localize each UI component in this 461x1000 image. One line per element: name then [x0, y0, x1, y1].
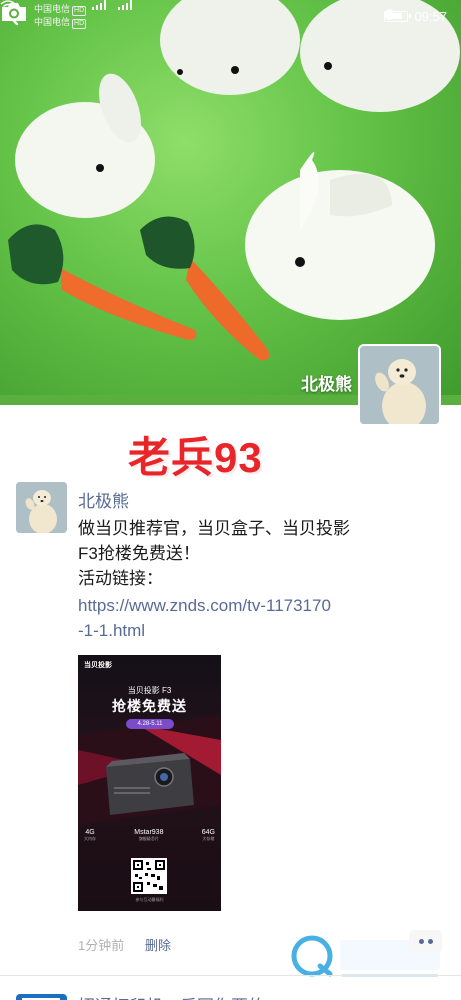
- image-headline: 抢楼免费送: [112, 698, 187, 714]
- camera-icon[interactable]: [0, 0, 28, 24]
- image-title: 当贝投影 F3: [127, 686, 172, 695]
- post-time: 1分钟前: [78, 938, 125, 953]
- more-dot: [427, 938, 433, 944]
- post-text-line: F3抢楼免费送！: [78, 544, 200, 563]
- post-link-line[interactable]: -1-1.html: [78, 618, 438, 643]
- owner-avatar[interactable]: [358, 344, 441, 426]
- status-bar: 中国电信 HD 中国电信 HD 09:57: [0, 0, 461, 32]
- post-avatar[interactable]: [16, 482, 67, 533]
- owner-name[interactable]: 北极熊: [282, 370, 352, 395]
- image-date: 4.28-5.11: [126, 719, 174, 729]
- post-divider: [0, 975, 461, 976]
- spec-value: 4G: [85, 829, 95, 836]
- post-text-line: 活动链接：: [78, 569, 163, 588]
- post-link-line[interactable]: https://www.znds.com/tv-1173170: [78, 593, 438, 618]
- spec-desc: 大存储: [202, 836, 215, 841]
- status-time: 09:57: [414, 8, 447, 24]
- spec-desc: 旗舰级芯片: [138, 836, 159, 841]
- image-spec: Mstar938 旗舰级芯片: [134, 829, 163, 842]
- hd-badge-1: HD: [72, 6, 87, 16]
- qr-code-icon: [131, 858, 167, 894]
- post-image[interactable]: 当贝投影 当贝投影 F3 抢楼免费送 4.28-5.11 4G 大内存 Msta…: [78, 655, 221, 911]
- signal-icon-2: [118, 0, 132, 10]
- carrier-2-label: 中国电信: [34, 17, 71, 27]
- spec-desc: 大内存: [84, 836, 96, 841]
- next-post-author[interactable]: 招通打印机、乐园你要的...: [78, 992, 279, 1000]
- status-right: 09:57: [384, 8, 447, 24]
- carrier-1: 中国电信 HD: [34, 4, 87, 16]
- carrier-1-label: 中国电信: [34, 4, 71, 14]
- image-specs: 4G 大内存 Mstar938 旗舰级芯片 64G 大存储: [84, 829, 215, 842]
- spec-value: Mstar938: [134, 829, 164, 836]
- more-dots-icon[interactable]: [409, 930, 442, 952]
- spec-value: 64G: [201, 829, 215, 836]
- post-text-line: 做当贝推荐官，当贝盒子、当贝投影: [78, 519, 350, 538]
- image-spec: 4G 大内存: [84, 829, 96, 842]
- carrier-2: 中国电信 HD: [34, 17, 87, 29]
- signal-icon: [92, 0, 106, 10]
- post-text: 做当贝推荐官，当贝盒子、当贝投影 F3抢楼免费送！ 活动链接：: [78, 516, 438, 591]
- polar-bear-avatar-small: [16, 482, 67, 533]
- image-brand: 当贝投影: [84, 662, 112, 669]
- polar-bear-avatar: [360, 346, 439, 424]
- hd-badge-2: HD: [72, 19, 87, 29]
- more-dot: [418, 938, 424, 944]
- watermark-text: 老兵93: [128, 434, 263, 481]
- post-link[interactable]: https://www.znds.com/tv-1173170 -1-1.htm…: [78, 593, 438, 643]
- battery-icon: [384, 10, 412, 22]
- post-author[interactable]: 北极熊: [78, 487, 129, 512]
- delete-button[interactable]: 删除: [145, 935, 171, 954]
- image-spec: 64G 大存储: [202, 829, 215, 842]
- next-post-avatar[interactable]: [16, 994, 67, 1000]
- image-qr-note: 参与互动赢福利: [135, 897, 164, 902]
